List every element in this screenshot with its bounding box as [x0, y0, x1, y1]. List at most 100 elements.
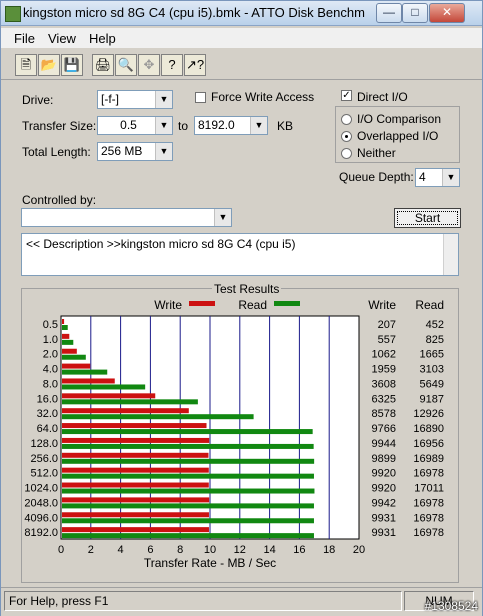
description-scrollbar[interactable] — [443, 234, 458, 275]
app-icon — [5, 6, 21, 22]
transfer-size-from-value: 0.5 — [120, 118, 137, 132]
write-value-label: 9931 — [372, 512, 396, 524]
force-write-checkbox[interactable] — [195, 92, 206, 103]
controlled-by-select[interactable]: ▼ — [21, 208, 232, 227]
x-tick-label: 10 — [204, 544, 216, 556]
queue-depth-select[interactable]: 4 ▼ — [415, 168, 460, 187]
window-title: kingston micro sd 8G C4 (cpu i5).bmk - A… — [23, 5, 365, 20]
kb-label: KB — [277, 119, 294, 133]
read-value-label: 16978 — [413, 497, 444, 509]
move-icon[interactable]: ✥ — [138, 54, 160, 76]
menu-file[interactable]: File — [14, 31, 35, 46]
x-tick-label: 14 — [263, 544, 275, 556]
save-icon[interactable]: 💾 — [61, 54, 83, 76]
transfer-size-from-select[interactable]: 0.5 ▼ — [97, 116, 173, 135]
read-value-label: 16890 — [413, 423, 444, 435]
write-bar — [62, 319, 65, 324]
read-bar — [62, 429, 313, 435]
description-field[interactable]: << Description >>kingston micro sd 8G C4… — [21, 233, 459, 276]
test-results-group: 0 2 4 6 8 10 12 14 16 18 20 Transfer Rate - MB / Se… — [21, 288, 459, 583]
read-bar — [62, 443, 314, 449]
maximize-button[interactable]: □ — [402, 3, 428, 23]
read-value-label: 3103 — [420, 364, 444, 376]
write-value-label: 3608 — [372, 378, 396, 390]
queue-depth-label: Queue Depth: — [339, 170, 414, 184]
context-help-icon[interactable]: ↗? — [184, 54, 206, 76]
write-column-header: Write — [368, 298, 396, 312]
drive-label: Drive: — [22, 93, 54, 107]
new-file-icon[interactable]: 🗎 — [15, 54, 37, 76]
print-preview-icon[interactable]: 🔍 — [115, 54, 137, 76]
write-value-label: 1062 — [372, 349, 396, 361]
total-length-select[interactable]: 256 MB ▼ — [97, 142, 173, 161]
legend-write-swatch — [189, 301, 215, 306]
read-bar — [62, 503, 314, 509]
write-bar — [62, 452, 209, 458]
write-value-label: 557 — [378, 334, 396, 346]
write-value-label: 207 — [378, 319, 396, 331]
menu-view[interactable]: View — [48, 31, 76, 46]
x-tick-label: 18 — [323, 544, 335, 556]
menu-bar: File View Help — [1, 28, 482, 48]
write-bar — [62, 437, 210, 443]
read-value-label: 16978 — [413, 468, 444, 480]
read-value-label: 16978 — [413, 512, 444, 524]
minimize-button[interactable]: — — [376, 3, 402, 23]
read-bar — [62, 369, 108, 375]
category-label: 1024.0 — [24, 483, 58, 495]
read-bar — [62, 399, 198, 405]
total-length-label: Total Length: — [22, 145, 91, 159]
chevron-down-icon: ▼ — [155, 117, 172, 134]
menu-help[interactable]: Help — [89, 31, 116, 46]
results-chart: 0 2 4 6 8 10 12 14 16 18 20 Transfer Rate - MB / Se… — [24, 298, 444, 570]
status-help-text: For Help, press F1 — [4, 591, 402, 611]
write-value-label: 9931 — [372, 527, 396, 539]
print-icon[interactable]: 🖨 — [92, 54, 114, 76]
write-bar — [62, 512, 209, 518]
close-button[interactable]: ✕ — [429, 3, 465, 23]
read-column-header: Read — [415, 298, 444, 312]
open-folder-icon[interactable]: 📂 — [38, 54, 60, 76]
x-tick-label: 8 — [177, 544, 183, 556]
category-label: 2048.0 — [24, 497, 58, 509]
read-value-label: 5649 — [420, 378, 444, 390]
write-bar — [62, 467, 209, 473]
category-label: 0.5 — [43, 319, 58, 331]
chevron-down-icon: ▼ — [250, 117, 267, 134]
neither-radio[interactable] — [341, 148, 352, 159]
description-text: << Description >>kingston micro sd 8G C4… — [26, 237, 296, 251]
chevron-down-icon: ▼ — [214, 209, 231, 226]
overlapped-io-radio[interactable] — [341, 131, 352, 142]
write-value-label: 1959 — [372, 364, 396, 376]
total-length-value: 256 MB — [101, 144, 143, 158]
write-value-label: 9899 — [372, 453, 396, 465]
legend-read-swatch — [274, 301, 300, 306]
direct-io-checkbox[interactable]: ✓ — [341, 90, 352, 101]
read-value-label: 1665 — [420, 349, 444, 361]
write-value-label: 9942 — [372, 497, 396, 509]
read-value-label: 16956 — [413, 438, 444, 450]
write-bar — [62, 348, 77, 354]
help-icon[interactable]: ? — [161, 54, 183, 76]
read-value-label: 16978 — [413, 527, 444, 539]
write-bar — [62, 408, 189, 414]
read-bar — [62, 533, 314, 539]
overlapped-io-label: Overlapped I/O — [357, 129, 439, 143]
write-bar — [62, 363, 91, 369]
queue-depth-value: 4 — [419, 170, 426, 184]
category-label: 2.0 — [43, 349, 58, 361]
transfer-size-to-select[interactable]: 8192.0 ▼ — [194, 116, 268, 135]
category-label: 16.0 — [37, 393, 58, 405]
direct-io-label: Direct I/O — [357, 90, 408, 104]
category-label: 32.0 — [37, 408, 58, 420]
read-bar — [62, 354, 86, 360]
to-label: to — [178, 119, 189, 133]
write-bar — [62, 482, 209, 488]
start-button[interactable]: Start — [394, 208, 461, 228]
x-axis-label: Transfer Rate - MB / Sec — [144, 556, 276, 570]
write-bar — [62, 333, 70, 339]
drive-select[interactable]: [-f-] ▼ — [97, 90, 173, 109]
io-comparison-radio[interactable] — [341, 114, 352, 125]
chevron-down-icon: ▼ — [155, 91, 172, 108]
read-bar — [62, 458, 315, 464]
